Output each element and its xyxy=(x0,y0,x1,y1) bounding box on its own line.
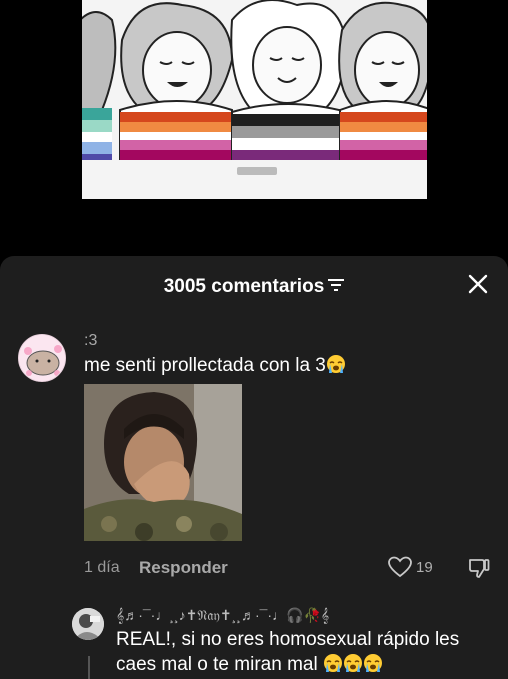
reply-username[interactable]: 𝄞♬·¯·♩¸¸♪✝𝔑𝔞𝔶✝¸¸♬·¯·♩🎧🥀𝄞 xyxy=(116,607,329,624)
video-player[interactable] xyxy=(0,0,508,256)
comment-text: me senti prollectada con la 3 xyxy=(84,355,326,376)
figure-center xyxy=(230,0,349,166)
heart-icon xyxy=(388,556,412,578)
reply-text: REAL!, si no eres homosexual rápido les … xyxy=(116,629,460,675)
figure-right xyxy=(338,1,427,161)
filter-icon[interactable] xyxy=(328,275,345,297)
comment-username[interactable]: :3 xyxy=(84,332,97,350)
avatar[interactable] xyxy=(18,334,66,382)
comment-count-title[interactable]: 3005 comentarios xyxy=(0,276,508,298)
crying-emoji-icon xyxy=(326,354,346,374)
crying-emoji-icon xyxy=(323,653,343,673)
dislike-button[interactable] xyxy=(467,556,491,585)
like-button[interactable]: 19 xyxy=(388,556,433,580)
comments-sheet: 3005 comentarios :3 me senti prollectada… xyxy=(0,256,508,679)
like-count: 19 xyxy=(416,559,433,576)
watermark-mark xyxy=(237,167,277,175)
reply-button[interactable]: Responder xyxy=(139,558,228,578)
comments-header: 3005 comentarios xyxy=(0,256,508,314)
crying-emoji-icon xyxy=(343,653,363,673)
crying-emoji-icon xyxy=(363,653,383,673)
figure-orange xyxy=(119,2,234,161)
reply-body: REAL!, si no eres homosexual rápido les … xyxy=(116,627,496,677)
reply-avatar[interactable] xyxy=(72,608,104,640)
reply-thread-line xyxy=(88,656,90,679)
video-thumbnail[interactable] xyxy=(82,0,427,199)
comment-meta: 1 día Responder 19 xyxy=(84,556,494,580)
video-frame-illustration xyxy=(82,0,427,199)
close-button[interactable] xyxy=(466,272,490,296)
comment-count-label: 3005 comentarios xyxy=(163,276,325,298)
comment-time: 1 día xyxy=(84,559,120,576)
close-icon xyxy=(468,274,488,294)
figure-left xyxy=(82,11,117,164)
comment-image[interactable] xyxy=(84,384,242,541)
thumbs-down-icon xyxy=(469,559,490,578)
comment-body: me senti prollectada con la 3 xyxy=(84,354,346,377)
